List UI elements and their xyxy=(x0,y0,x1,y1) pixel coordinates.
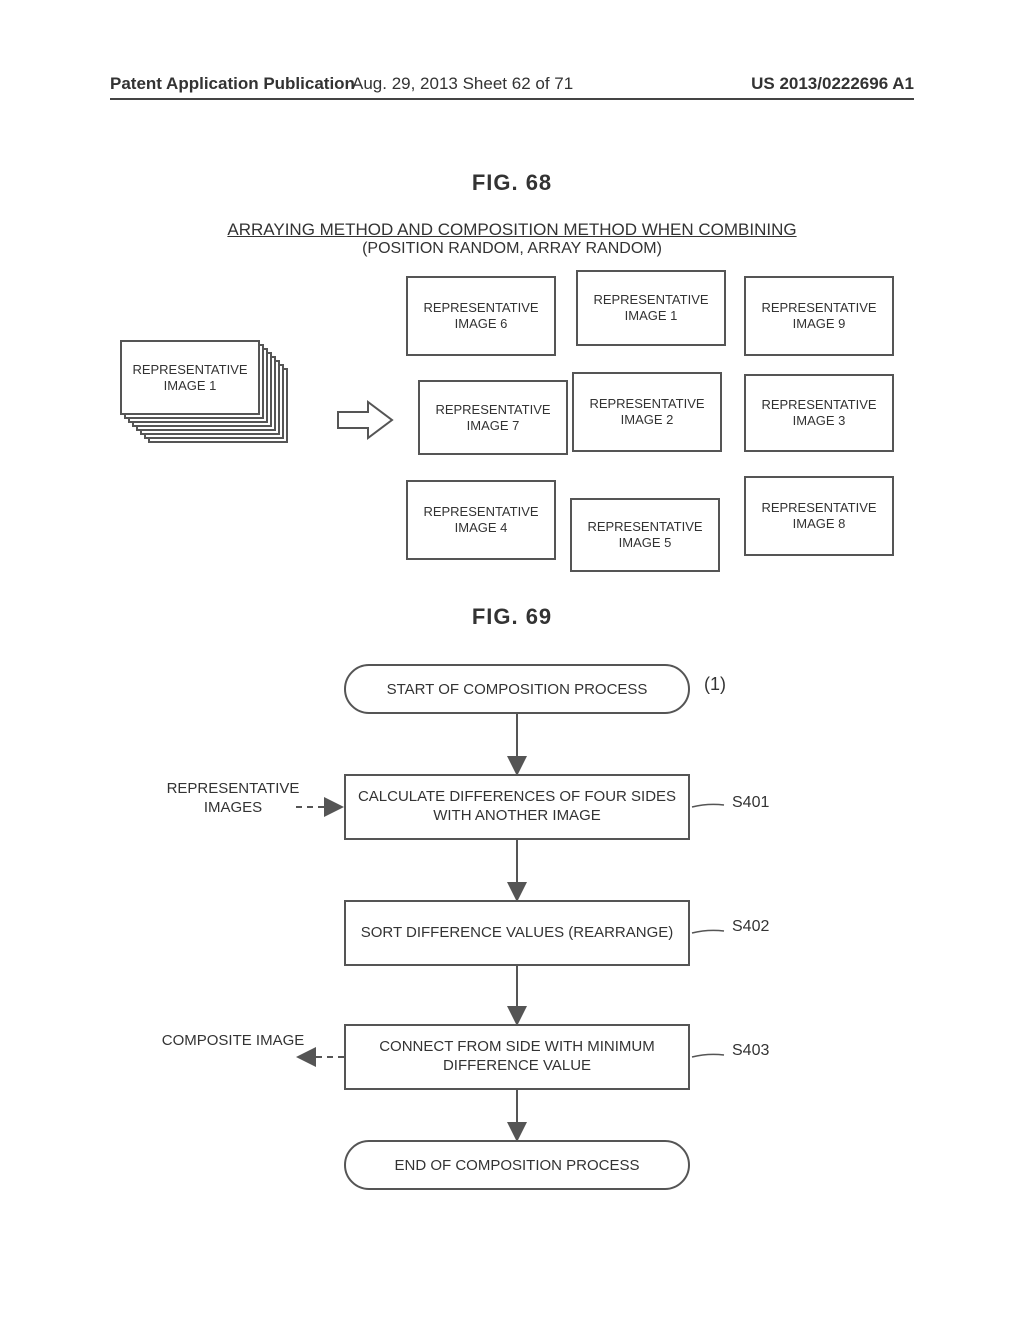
grid-cell-1: REPRESENTATIVE IMAGE 1 xyxy=(576,270,726,346)
flow-end: END OF COMPOSITION PROCESS xyxy=(344,1140,690,1190)
arrow-right-icon xyxy=(336,400,394,440)
flow-start-marker: (1) xyxy=(704,674,726,695)
figure-69-label: FIG. 69 xyxy=(0,604,1024,630)
grid-cell-5: REPRESENTATIVE IMAGE 5 xyxy=(570,498,720,572)
grid-cell-2: REPRESENTATIVE IMAGE 2 xyxy=(572,372,722,452)
page-header: Patent Application Publication Aug. 29, … xyxy=(110,74,914,100)
grid-cell-7: REPRESENTATIVE IMAGE 7 xyxy=(418,380,568,455)
flow-step-s403: CONNECT FROM SIDE WITH MINIMUM DIFFERENC… xyxy=(344,1024,690,1090)
header-publication: Patent Application Publication xyxy=(110,74,355,94)
grid-cell-3: REPRESENTATIVE IMAGE 3 xyxy=(744,374,894,452)
step-ref-s402: S402 xyxy=(732,918,769,936)
grid-cell-9: REPRESENTATIVE IMAGE 9 xyxy=(744,276,894,356)
grid-cell-4: REPRESENTATIVE IMAGE 4 xyxy=(406,480,556,560)
grid-cell-6: REPRESENTATIVE IMAGE 6 xyxy=(406,276,556,356)
flow-step-s401: CALCULATE DIFFERENCES OF FOUR SIDES WITH… xyxy=(344,774,690,840)
side-output-label: COMPOSITE IMAGE xyxy=(158,1032,308,1051)
grid-cell-8: REPRESENTATIVE IMAGE 8 xyxy=(744,476,894,556)
header-sheet-info: Aug. 29, 2013 Sheet 62 of 71 xyxy=(352,74,573,94)
figure-68-title-line2: (POSITION RANDOM, ARRAY RANDOM) xyxy=(0,240,1024,258)
patent-page: Patent Application Publication Aug. 29, … xyxy=(0,0,1024,1320)
side-input-label: REPRESENTATIVE IMAGES xyxy=(158,780,308,818)
flow-start: START OF COMPOSITION PROCESS xyxy=(344,664,690,714)
image-stack: REPRESENTATIVE IMAGE 1 xyxy=(120,340,280,430)
figure-68-title-line1: ARRAYING METHOD AND COMPOSITION METHOD W… xyxy=(227,220,796,240)
figure-68-diagram: REPRESENTATIVE IMAGE 1 REPRESENTATIVE IM… xyxy=(110,270,910,610)
stack-front-label: REPRESENTATIVE IMAGE 1 xyxy=(120,340,260,415)
figure-68-label: FIG. 68 xyxy=(0,170,1024,196)
step-ref-s401: S401 xyxy=(732,794,769,812)
step-ref-s403: S403 xyxy=(732,1042,769,1060)
figure-69-flowchart: START OF COMPOSITION PROCESS (1) REPRESE… xyxy=(110,664,910,1194)
header-patent-number: US 2013/0222696 A1 xyxy=(751,74,914,94)
figure-68-title: ARRAYING METHOD AND COMPOSITION METHOD W… xyxy=(0,220,1024,258)
flow-step-s402: SORT DIFFERENCE VALUES (REARRANGE) xyxy=(344,900,690,966)
